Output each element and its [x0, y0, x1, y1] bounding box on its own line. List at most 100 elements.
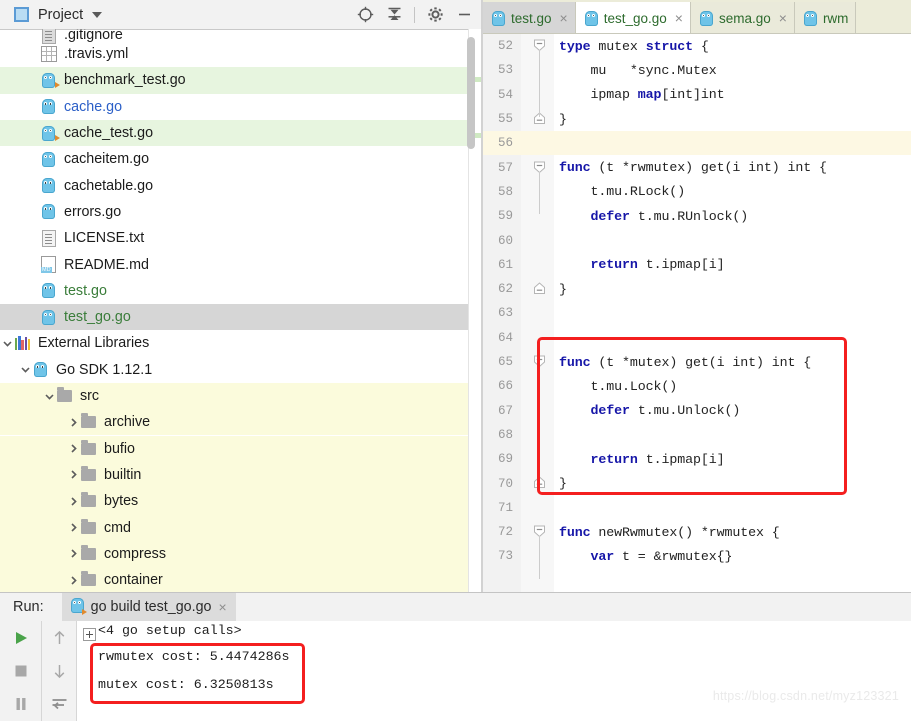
code-line-70[interactable]: 70}: [483, 471, 911, 495]
expand-fold-icon[interactable]: [83, 628, 96, 641]
gear-icon[interactable]: [423, 3, 447, 27]
chevron-right-icon[interactable]: [66, 415, 80, 429]
code-line-67[interactable]: 67 defer t.mu.Unlock(): [483, 399, 911, 423]
run-toolbar-primary: [0, 621, 42, 721]
project-tree-scrollbar[interactable]: [467, 37, 475, 149]
tree-row-readme-md[interactable]: README.md: [0, 251, 468, 277]
code-line-73[interactable]: 73 var t = &rwmutex{}: [483, 544, 911, 568]
code-editor[interactable]: 52 type mutex struct {53 mu *sync.Mutex 54…: [483, 34, 911, 592]
chevron-down-icon[interactable]: [92, 11, 103, 18]
line-number: 67: [497, 403, 513, 418]
tree-row-cache-test-go[interactable]: cache_test.go: [0, 119, 468, 147]
close-icon[interactable]: ×: [218, 599, 226, 615]
editor-tab-test-go[interactable]: test.go ×: [483, 2, 576, 34]
code-line-62[interactable]: 62}: [483, 277, 911, 301]
collapse-all-icon[interactable]: [382, 3, 406, 27]
tree-row-test-go-go[interactable]: test_go.go: [0, 304, 468, 331]
chevron-right-icon[interactable]: [66, 442, 80, 456]
tree-row-external-libraries[interactable]: External Libraries: [0, 330, 468, 356]
editor-tab-test-go-go[interactable]: test_go.go ×: [575, 2, 691, 34]
close-icon[interactable]: ×: [779, 10, 787, 26]
markdown-icon: [40, 256, 57, 274]
chevron-right-icon[interactable]: [66, 521, 80, 535]
code-line-69[interactable]: 69 return t.ipmap[i]: [483, 447, 911, 471]
tree-row-cacheitem-go[interactable]: cacheitem.go: [0, 146, 468, 172]
tree-row-archive[interactable]: archive: [0, 409, 468, 436]
scroll-up-button[interactable]: [48, 628, 70, 648]
code-line-53[interactable]: 53 mu *sync.Mutex: [483, 58, 911, 82]
run-configuration-tab[interactable]: go build test_go.go ×: [61, 593, 236, 621]
tree-row-go-sdk-1-12-1[interactable]: Go SDK 1.12.1: [0, 357, 468, 383]
code-text: }: [559, 281, 567, 297]
tree-row-bytes[interactable]: bytes: [0, 488, 468, 515]
chevron-down-icon[interactable]: [18, 363, 32, 377]
scroll-down-button[interactable]: [48, 661, 70, 681]
tree-row-bufio[interactable]: bufio: [0, 435, 468, 462]
editor-tab-sema-go[interactable]: sema.go ×: [690, 2, 795, 34]
close-icon[interactable]: ×: [560, 10, 568, 26]
editor-tab-rwm[interactable]: rwm: [794, 2, 857, 34]
tree-row--gitignore[interactable]: .gitignore: [0, 29, 468, 44]
locate-icon[interactable]: [353, 3, 377, 27]
tree-row--travis-yml[interactable]: .travis.yml: [0, 41, 468, 67]
tree-row-compress[interactable]: compress: [0, 540, 468, 567]
close-icon[interactable]: ×: [675, 10, 683, 26]
tree-row-test-go[interactable]: test.go: [0, 278, 468, 304]
code-line-71[interactable]: 71: [483, 496, 911, 520]
code-line-54[interactable]: 54 ipmap map[int]int: [483, 83, 911, 107]
tree-row-label: container: [104, 572, 163, 589]
ide-window: Project .gitignore .travis.yml benchmark_t…: [0, 0, 911, 721]
tree-row-label: cache.go: [64, 98, 123, 115]
tree-row-cachetable-go[interactable]: cachetable.go: [0, 173, 468, 199]
code-line-57[interactable]: 57 func (t *rwmutex) get(i int) int {: [483, 156, 911, 180]
chevron-right-icon[interactable]: [66, 494, 80, 508]
chevron-right-icon[interactable]: [66, 573, 80, 587]
code-line-60[interactable]: 60: [483, 228, 911, 252]
tree-row-license-txt[interactable]: LICENSE.txt: [0, 225, 468, 251]
tree-row-label: test.go: [64, 282, 107, 299]
project-panel-header: Project: [0, 0, 482, 30]
code-line-59[interactable]: 59 defer t.mu.RUnlock(): [483, 204, 911, 228]
folder-icon: [80, 571, 97, 589]
code-line-64[interactable]: 64: [483, 326, 911, 350]
code-line-61[interactable]: 61 return t.ipmap[i]: [483, 253, 911, 277]
tree-row-container[interactable]: container: [0, 567, 468, 592]
fold-close-icon[interactable]: [533, 282, 546, 295]
pause-button[interactable]: [10, 694, 32, 714]
code-line-56[interactable]: 56: [483, 131, 911, 156]
editor-tab-label: test_go.go: [603, 10, 667, 26]
tree-row-builtin[interactable]: builtin: [0, 461, 468, 489]
fold-close-icon[interactable]: [533, 476, 546, 489]
panel-divider-vertical[interactable]: [481, 0, 483, 592]
editor-tab-label: rwm: [822, 10, 849, 26]
tree-row-src[interactable]: src: [0, 382, 468, 410]
code-line-63[interactable]: 63: [483, 301, 911, 325]
code-line-68[interactable]: 68: [483, 423, 911, 447]
run-panel-header: Run: go build test_go.go ×: [0, 593, 911, 622]
code-line-72[interactable]: 72 func newRwmutex() *rwmutex {: [483, 520, 911, 544]
chevron-right-icon[interactable]: [66, 468, 80, 482]
fold-connector-line: [539, 536, 540, 579]
tree-row-cmd[interactable]: cmd: [0, 514, 468, 541]
tree-row-errors-go[interactable]: errors.go: [0, 199, 468, 225]
chevron-down-icon[interactable]: [0, 336, 14, 350]
tree-row-cache-go[interactable]: cache.go: [0, 94, 468, 120]
code-line-58[interactable]: 58 t.mu.RLock(): [483, 180, 911, 204]
code-text: defer t.mu.RUnlock(): [590, 208, 749, 224]
code-line-52[interactable]: 52 type mutex struct {: [483, 34, 911, 58]
minimize-icon[interactable]: [452, 3, 476, 27]
line-number: 60: [497, 233, 513, 248]
chevron-down-icon[interactable]: [42, 389, 56, 403]
run-button[interactable]: [10, 628, 32, 648]
chevron-right-icon[interactable]: [66, 547, 80, 561]
tree-row-benchmark-test-go[interactable]: benchmark_test.go: [0, 67, 468, 94]
code-line-55[interactable]: 55}: [483, 107, 911, 131]
line-number: 73: [497, 549, 513, 564]
stop-button[interactable]: [10, 661, 32, 681]
project-tree[interactable]: .gitignore .travis.yml benchmark_test.goca…: [0, 29, 468, 592]
code-line-65[interactable]: 65 func (t *mutex) get(i int) int {: [483, 350, 911, 374]
soft-wrap-icon[interactable]: [48, 694, 70, 714]
watermark-text: https://blog.csdn.net/myz123321: [712, 689, 899, 703]
code-line-66[interactable]: 66 t.mu.Lock(): [483, 374, 911, 398]
